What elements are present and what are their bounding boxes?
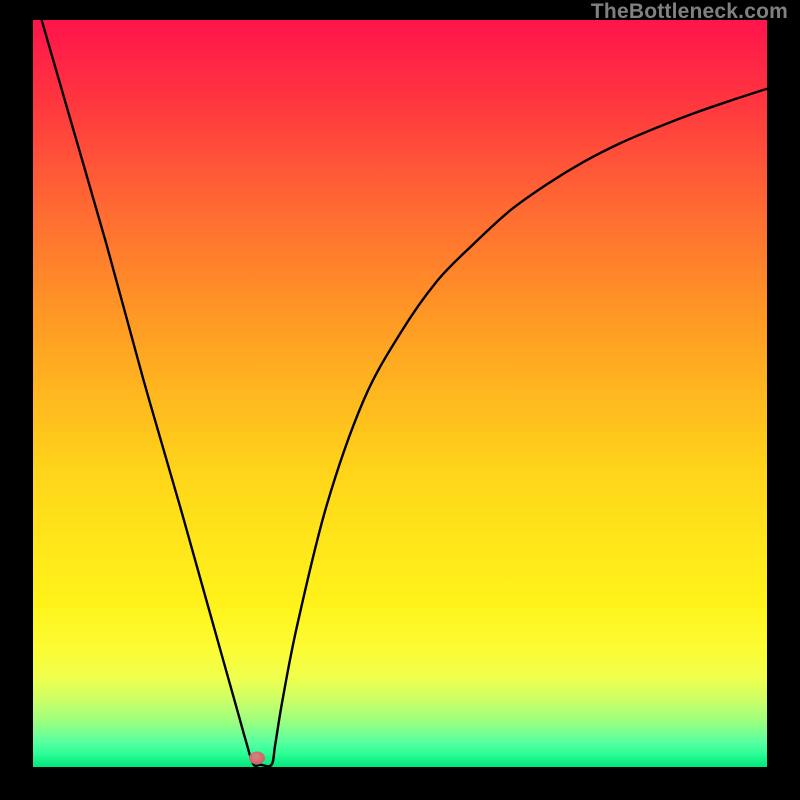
optimum-marker <box>249 752 265 765</box>
chart-plot-area <box>33 20 767 767</box>
watermark-text: TheBottleneck.com <box>591 0 788 24</box>
